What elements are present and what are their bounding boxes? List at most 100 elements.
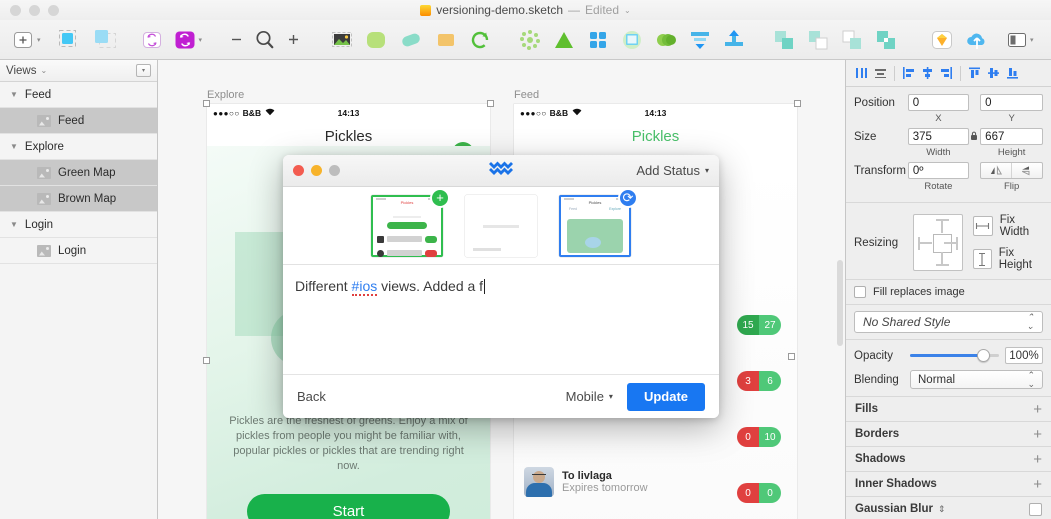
- sidebar-item-login[interactable]: Login: [0, 238, 157, 264]
- sidebar-item-green-map[interactable]: Green Map: [0, 160, 157, 186]
- size-height-input[interactable]: 667: [980, 128, 1043, 145]
- boolean-union-button[interactable]: [767, 20, 801, 60]
- versions-outline-button[interactable]: [136, 20, 168, 60]
- feed-list-item[interactable]: To livlaga Expires tomorrow: [524, 467, 648, 497]
- section-borders[interactable]: Borders +: [846, 422, 1051, 447]
- gaussian-blur-checkbox[interactable]: [1029, 502, 1042, 516]
- grid-button[interactable]: [581, 20, 615, 60]
- opacity-slider[interactable]: [910, 347, 999, 364]
- group-button[interactable]: [52, 20, 88, 60]
- views-header[interactable]: Views ⌄ ▾: [0, 60, 157, 82]
- add-fill-button[interactable]: +: [1033, 401, 1042, 418]
- start-button[interactable]: Start: [247, 494, 450, 519]
- sketch-app-button[interactable]: [925, 20, 959, 60]
- versions-chevron-down-icon[interactable]: ▾: [199, 36, 203, 44]
- boolean-intersect-button[interactable]: [835, 20, 869, 60]
- fill-replaces-image-row[interactable]: Fill replaces image: [846, 280, 1051, 305]
- align-right-icon[interactable]: [937, 63, 956, 83]
- union-button[interactable]: [649, 20, 683, 60]
- artboard-label-feed[interactable]: Feed: [514, 89, 539, 101]
- zoom-out-button[interactable]: [225, 20, 248, 60]
- commit-message-area[interactable]: Different #ios views. Added a f: [283, 265, 719, 373]
- triangle-button[interactable]: [547, 20, 581, 60]
- distribute-button[interactable]: [683, 20, 717, 60]
- stepper-icon[interactable]: ⌃ ⌄: [1027, 370, 1035, 389]
- artboard-label-explore[interactable]: Explore: [207, 89, 244, 101]
- align-middle-vertical-icon[interactable]: [984, 63, 1003, 83]
- export-up-button[interactable]: [717, 20, 751, 60]
- rectangle-button[interactable]: [429, 20, 463, 60]
- opacity-value-input[interactable]: 100%: [1005, 347, 1043, 364]
- version-status-modal[interactable]: Add Status ▾ Pickles + Pickles Feed Expl…: [283, 155, 719, 418]
- views-options-button[interactable]: ▾: [136, 64, 151, 77]
- zoom-in-button[interactable]: [282, 20, 305, 60]
- thumbnail-unchanged[interactable]: [465, 194, 537, 257]
- disclosure-triangle-icon[interactable]: ▼: [10, 142, 18, 151]
- panel-toggle-button[interactable]: ▾: [1001, 20, 1039, 60]
- lock-icon[interactable]: [969, 131, 981, 143]
- section-fills[interactable]: Fills +: [846, 397, 1051, 422]
- blending-select[interactable]: Normal ⌃ ⌄: [910, 370, 1043, 389]
- align-distribute-horizontal-icon[interactable]: [852, 63, 871, 83]
- stepper-icon[interactable]: ⌃ ⌄: [1026, 313, 1034, 331]
- modal-zoom-button[interactable]: [329, 165, 340, 176]
- fix-width-toggle[interactable]: Fix Width: [972, 214, 1043, 238]
- resizing-anchor-control[interactable]: [912, 214, 963, 271]
- update-button[interactable]: Update: [626, 382, 705, 411]
- opacity-slider-knob[interactable]: [976, 349, 990, 362]
- align-center-horizontal-icon[interactable]: [918, 63, 937, 83]
- canvas-vertical-scrollbar[interactable]: [837, 260, 843, 346]
- fill-replaces-image-checkbox[interactable]: [854, 286, 866, 298]
- flip-horizontal-icon[interactable]: [981, 163, 1013, 178]
- sidebar-group-feed[interactable]: ▼ Feed: [0, 82, 157, 108]
- shared-style-select[interactable]: No Shared Style ⌃ ⌄: [854, 311, 1043, 333]
- disclosure-triangle-icon[interactable]: ▼: [10, 90, 18, 99]
- selection-handle-tr[interactable]: [487, 100, 494, 107]
- sidebar-item-brown-map[interactable]: Brown Map: [0, 186, 157, 212]
- modal-minimize-button[interactable]: [311, 165, 322, 176]
- versions-active-button[interactable]: ▾: [168, 20, 208, 60]
- device-select[interactable]: Mobile ▾: [566, 389, 613, 404]
- thumbnail-added[interactable]: Pickles +: [371, 187, 450, 257]
- thumbnail-changed[interactable]: Pickles Feed Explore ⟳: [559, 187, 638, 257]
- blur-type-stepper-icon[interactable]: ⇕: [938, 504, 946, 515]
- align-top-icon[interactable]: [965, 63, 984, 83]
- selection-handle-tr[interactable]: [794, 100, 801, 107]
- section-inner-shadows[interactable]: Inner Shadows +: [846, 472, 1051, 497]
- pill-button[interactable]: [393, 20, 429, 60]
- selection-handle-tl[interactable]: [203, 100, 210, 107]
- size-width-input[interactable]: 375: [907, 128, 969, 145]
- sidebar-group-explore[interactable]: ▼ Explore: [0, 134, 157, 160]
- flip-vertical-icon[interactable]: [1012, 163, 1042, 178]
- section-gaussian-blur[interactable]: Gaussian Blur ⇕: [846, 497, 1051, 519]
- zoom-magnifier-icon[interactable]: [248, 20, 282, 60]
- align-bottom-icon[interactable]: [1003, 63, 1022, 83]
- align-distribute-vertical-icon[interactable]: [871, 63, 890, 83]
- commit-message-input[interactable]: Different #ios views. Added a f: [295, 277, 707, 296]
- panel-chevron-down-icon[interactable]: ▾: [1030, 36, 1034, 44]
- rotate-copy-button[interactable]: [463, 20, 497, 60]
- image-button[interactable]: [325, 20, 359, 60]
- cloud-upload-button[interactable]: [959, 20, 995, 60]
- rotate-input[interactable]: 0º: [907, 162, 969, 179]
- add-shadow-button[interactable]: +: [1033, 451, 1042, 468]
- views-chevron-down-icon[interactable]: ⌄: [40, 66, 47, 75]
- title-chevron-down-icon[interactable]: ⌄: [624, 6, 631, 15]
- insert-button[interactable]: ▾: [8, 20, 46, 60]
- boolean-subtract-button[interactable]: [801, 20, 835, 60]
- sidebar-item-feed[interactable]: Feed: [0, 108, 157, 134]
- selection-handle-right[interactable]: [788, 353, 795, 360]
- back-button[interactable]: Back: [297, 389, 326, 404]
- add-status-dropdown[interactable]: Add Status ▾: [636, 163, 709, 178]
- align-left-icon[interactable]: [899, 63, 918, 83]
- insert-chevron-down-icon[interactable]: ▾: [37, 36, 41, 44]
- position-y-input[interactable]: 0: [980, 94, 1043, 111]
- position-x-input[interactable]: 0: [907, 94, 969, 111]
- ungroup-button[interactable]: [88, 20, 124, 60]
- rounded-rect-button[interactable]: [359, 20, 393, 60]
- fix-height-toggle[interactable]: Fix Height: [972, 247, 1043, 271]
- selection-handle-ml[interactable]: [203, 357, 210, 364]
- sidebar-group-login[interactable]: ▼ Login: [0, 212, 157, 238]
- disclosure-triangle-icon[interactable]: ▼: [10, 220, 18, 229]
- boolean-difference-button[interactable]: [869, 20, 903, 60]
